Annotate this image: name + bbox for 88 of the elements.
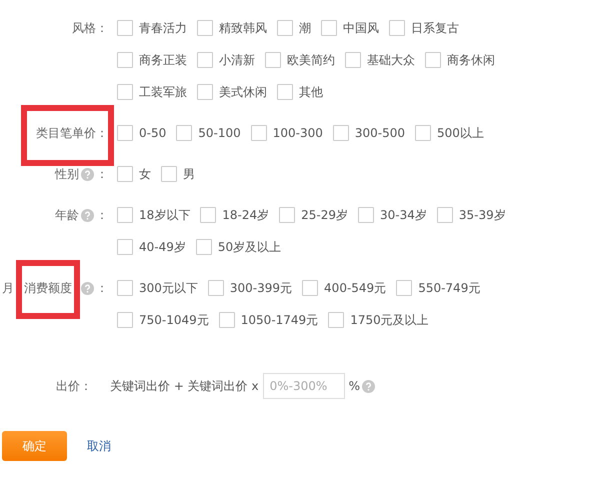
- checkbox-option[interactable]: 商务正装: [117, 52, 187, 68]
- label-colon: ：: [96, 280, 108, 296]
- checkbox[interactable]: [176, 125, 192, 141]
- checkbox[interactable]: [117, 239, 133, 255]
- checkbox-option[interactable]: 男: [161, 166, 195, 182]
- field-label: 类目笔单价: [36, 124, 96, 142]
- checkbox[interactable]: [328, 312, 344, 328]
- field-label: 消费额度: [24, 280, 72, 296]
- label-colon: ：: [96, 20, 108, 36]
- checkbox[interactable]: [425, 52, 441, 68]
- checkbox-option[interactable]: 欧美简约: [265, 52, 335, 68]
- checkbox[interactable]: [200, 207, 216, 223]
- checkbox-option[interactable]: 400-549元: [302, 280, 386, 296]
- help-icon[interactable]: [362, 380, 376, 392]
- label-colon: ：: [96, 166, 108, 182]
- checkbox-option[interactable]: 300-500: [332, 125, 406, 141]
- checkbox[interactable]: [117, 312, 133, 328]
- checkbox[interactable]: [250, 125, 267, 141]
- bid-formula: 关键词出价 + 关键词出价 x: [110, 378, 259, 394]
- checkbox-option[interactable]: 青春活力: [117, 20, 187, 36]
- checkbox[interactable]: [117, 207, 133, 223]
- checkbox[interactable]: [358, 207, 374, 223]
- percent-field[interactable]: 0%-300%: [262, 373, 345, 399]
- checkbox-option[interactable]: 300-399元: [208, 280, 292, 296]
- checkbox-option[interactable]: 1750元及以上: [328, 312, 429, 328]
- checkbox-option[interactable]: 50岁及以上: [196, 238, 282, 256]
- checkbox[interactable]: [218, 312, 235, 328]
- checkbox[interactable]: [279, 207, 296, 223]
- checkbox-option[interactable]: 100-300: [250, 125, 323, 141]
- checkbox[interactable]: [436, 207, 453, 223]
- cancel-link[interactable]: 取消: [87, 438, 111, 454]
- help-icon[interactable]: [81, 208, 94, 222]
- checkbox[interactable]: [197, 84, 213, 100]
- checkbox-option[interactable]: 日系复古: [389, 20, 459, 36]
- checkbox-option[interactable]: 0-50: [117, 125, 166, 141]
- checkbox-option[interactable]: 基础大众: [345, 52, 415, 68]
- checkbox[interactable]: [117, 166, 133, 182]
- help-icon[interactable]: [81, 168, 94, 180]
- field-label: 月: [2, 280, 14, 296]
- checkbox-option[interactable]: 小清新: [197, 52, 255, 68]
- checkbox[interactable]: [321, 20, 337, 36]
- checkbox[interactable]: [117, 84, 133, 100]
- checkbox-option[interactable]: 40-49岁: [117, 238, 186, 256]
- checkbox[interactable]: [277, 84, 293, 100]
- field-label: 性别: [55, 166, 79, 182]
- checkbox-option[interactable]: 18-24岁: [200, 206, 270, 224]
- checkbox[interactable]: [277, 20, 293, 36]
- field-label: 风格: [72, 20, 96, 36]
- checkbox-option[interactable]: 女: [117, 166, 151, 182]
- checkbox[interactable]: [396, 280, 412, 296]
- checkbox-option[interactable]: 精致韩风: [197, 20, 267, 36]
- checkbox[interactable]: [161, 166, 177, 182]
- field-label: 年龄: [55, 206, 79, 224]
- checkbox[interactable]: [117, 280, 133, 296]
- label-colon: ：: [96, 206, 108, 224]
- checkbox-option[interactable]: 潮: [277, 20, 311, 36]
- checkbox-option[interactable]: 550-749元: [396, 280, 480, 296]
- checkbox[interactable]: [345, 52, 361, 68]
- checkbox[interactable]: [389, 20, 405, 36]
- checkbox[interactable]: [117, 20, 133, 36]
- checkbox[interactable]: [332, 125, 349, 141]
- checkbox-option[interactable]: 50-100: [176, 125, 241, 141]
- help-icon[interactable]: [81, 282, 94, 294]
- field-label: 出价：: [55, 378, 93, 394]
- checkbox[interactable]: [197, 52, 213, 68]
- label-colon: ：: [96, 124, 108, 142]
- checkbox-option[interactable]: 300元以下: [117, 280, 198, 296]
- checkbox-option[interactable]: 中国风: [321, 20, 379, 36]
- checkbox[interactable]: [415, 125, 432, 141]
- checkbox-option[interactable]: 其他: [277, 84, 323, 100]
- checkbox-option[interactable]: 750-1049元: [117, 312, 209, 328]
- unit-label: %: [348, 379, 360, 393]
- checkbox-option[interactable]: 工装军旅: [117, 84, 187, 100]
- checkbox-option[interactable]: 500以上: [415, 124, 484, 142]
- checkbox[interactable]: [117, 125, 133, 141]
- checkbox[interactable]: [197, 20, 213, 36]
- checkbox-option[interactable]: 35-39岁: [436, 206, 506, 224]
- checkbox-option[interactable]: 30-34岁: [358, 206, 427, 224]
- checkbox-option[interactable]: 商务休闲: [425, 52, 495, 68]
- checkbox[interactable]: [302, 280, 318, 296]
- checkbox[interactable]: [208, 280, 224, 296]
- checkbox-option[interactable]: 美式休闲: [197, 84, 267, 100]
- checkbox-option[interactable]: 25-29岁: [279, 206, 348, 224]
- checkbox[interactable]: [196, 239, 212, 255]
- checkbox-option[interactable]: 1050-1749元: [218, 312, 318, 328]
- checkbox[interactable]: [117, 52, 133, 68]
- checkbox[interactable]: [265, 52, 281, 68]
- checkbox-option[interactable]: 18岁以下: [117, 206, 190, 224]
